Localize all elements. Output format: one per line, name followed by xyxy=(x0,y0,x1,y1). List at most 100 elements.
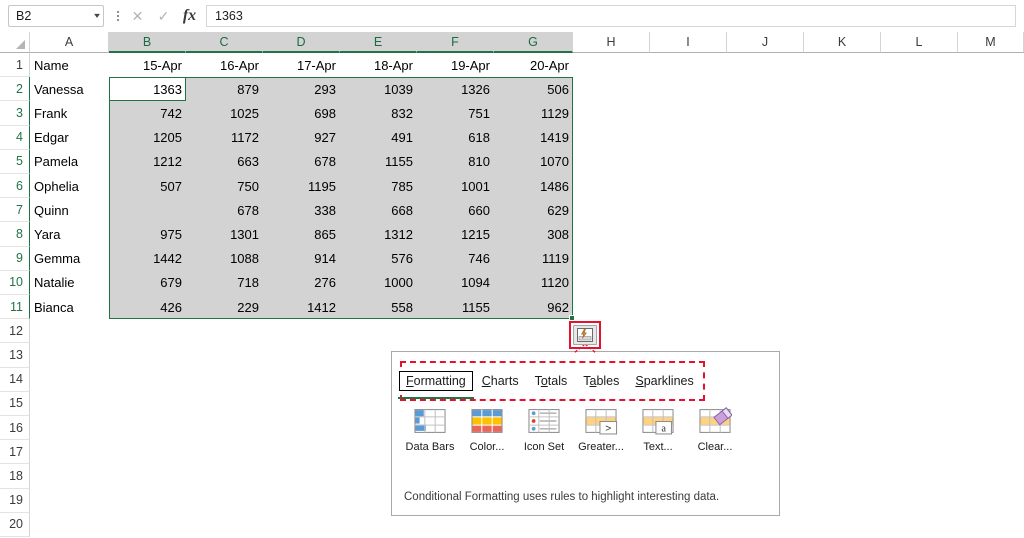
cell-b2[interactable]: 1363 xyxy=(109,77,186,102)
row-header-10[interactable]: 10 xyxy=(0,270,30,295)
cell-e8[interactable]: 1312 xyxy=(340,222,417,247)
cell-b1[interactable]: 15-Apr xyxy=(109,53,186,77)
cell-e9[interactable]: 576 xyxy=(340,246,417,271)
cell-a9[interactable]: Gemma xyxy=(30,247,109,271)
quick-analysis-item-data-bars[interactable]: Data Bars xyxy=(402,407,458,453)
cell-a10[interactable]: Natalie xyxy=(30,271,109,295)
quick-analysis-tab-sparklines[interactable]: Sparklines xyxy=(629,372,699,390)
cell-c8[interactable]: 1301 xyxy=(186,222,263,247)
cell-e10[interactable]: 1000 xyxy=(340,270,417,295)
column-header-a[interactable]: A xyxy=(30,32,109,53)
more-options-icon[interactable] xyxy=(110,11,126,21)
cell-d10[interactable]: 276 xyxy=(263,270,340,295)
cell-g5[interactable]: 1070 xyxy=(494,149,573,174)
quick-analysis-tab-charts[interactable]: Charts xyxy=(476,372,525,390)
row-header-20[interactable]: 20 xyxy=(0,512,30,537)
cell-d5[interactable]: 678 xyxy=(263,149,340,174)
column-header-l[interactable]: L xyxy=(881,32,958,53)
cell-a1[interactable]: Name xyxy=(30,53,109,77)
cell-b10[interactable]: 679 xyxy=(109,270,186,295)
cell-d6[interactable]: 1195 xyxy=(263,174,340,199)
cell-e7[interactable]: 668 xyxy=(340,198,417,223)
column-header-c[interactable]: C xyxy=(186,32,263,53)
cell-g10[interactable]: 1120 xyxy=(494,270,573,295)
cell-d11[interactable]: 1412 xyxy=(263,295,340,320)
row-header-12[interactable]: 12 xyxy=(0,319,30,344)
cell-d7[interactable]: 338 xyxy=(263,198,340,223)
row-header-16[interactable]: 16 xyxy=(0,416,30,441)
cell-e11[interactable]: 558 xyxy=(340,295,417,320)
cell-g8[interactable]: 308 xyxy=(494,222,573,247)
cell-a7[interactable]: Quinn xyxy=(30,198,109,222)
cell-a2[interactable]: Vanessa xyxy=(30,77,109,101)
cell-c9[interactable]: 1088 xyxy=(186,246,263,271)
quick-analysis-item-icon-set[interactable]: Icon Set xyxy=(516,407,572,453)
cell-b11[interactable]: 426 xyxy=(109,295,186,320)
cell-e1[interactable]: 18-Apr xyxy=(340,53,417,77)
cell-c6[interactable]: 750 xyxy=(186,174,263,199)
row-header-11[interactable]: 11 xyxy=(0,295,30,320)
cell-b5[interactable]: 1212 xyxy=(109,149,186,174)
quick-analysis-item-greater-than[interactable]: > Greater... xyxy=(573,407,629,453)
row-header-7[interactable]: 7 xyxy=(0,198,30,223)
cell-g9[interactable]: 1119 xyxy=(494,246,573,271)
cell-a3[interactable]: Frank xyxy=(30,101,109,125)
cell-e5[interactable]: 1155 xyxy=(340,149,417,174)
row-header-15[interactable]: 15 xyxy=(0,391,30,416)
cell-g2[interactable]: 506 xyxy=(494,77,573,102)
row-header-5[interactable]: 5 xyxy=(0,149,30,174)
cell-f1[interactable]: 19-Apr xyxy=(417,53,494,77)
quick-analysis-button[interactable] xyxy=(573,325,597,345)
cell-a4[interactable]: Edgar xyxy=(30,126,109,150)
cell-b3[interactable]: 742 xyxy=(109,101,186,126)
row-header-9[interactable]: 9 xyxy=(0,246,30,271)
cell-f5[interactable]: 810 xyxy=(417,149,494,174)
cell-f6[interactable]: 1001 xyxy=(417,174,494,199)
column-header-k[interactable]: K xyxy=(804,32,881,53)
cell-b8[interactable]: 975 xyxy=(109,222,186,247)
cell-f8[interactable]: 1215 xyxy=(417,222,494,247)
cell-d3[interactable]: 698 xyxy=(263,101,340,126)
cell-g4[interactable]: 1419 xyxy=(494,125,573,150)
cell-d1[interactable]: 17-Apr xyxy=(263,53,340,77)
cell-b6[interactable]: 507 xyxy=(109,174,186,199)
quick-analysis-tab-formatting[interactable]: Formatting xyxy=(398,371,474,399)
cell-a11[interactable]: Bianca xyxy=(30,295,109,319)
row-header-1[interactable]: 1 xyxy=(0,53,30,78)
row-header-2[interactable]: 2 xyxy=(0,77,30,102)
cell-d4[interactable]: 927 xyxy=(263,125,340,150)
column-header-j[interactable]: J xyxy=(727,32,804,53)
column-header-d[interactable]: D xyxy=(263,32,340,53)
row-header-6[interactable]: 6 xyxy=(0,174,30,199)
cell-d9[interactable]: 914 xyxy=(263,246,340,271)
chevron-down-icon[interactable]: ▾ xyxy=(94,12,100,20)
cell-f10[interactable]: 1094 xyxy=(417,270,494,295)
quick-analysis-item-clear-format[interactable]: Clear... xyxy=(687,407,743,453)
cell-c4[interactable]: 1172 xyxy=(186,125,263,150)
cell-f3[interactable]: 751 xyxy=(417,101,494,126)
row-header-19[interactable]: 19 xyxy=(0,488,30,513)
cell-a6[interactable]: Ophelia xyxy=(30,174,109,198)
cell-g6[interactable]: 1486 xyxy=(494,174,573,199)
cell-e4[interactable]: 491 xyxy=(340,125,417,150)
row-header-3[interactable]: 3 xyxy=(0,101,30,126)
cell-f9[interactable]: 746 xyxy=(417,246,494,271)
cell-c1[interactable]: 16-Apr xyxy=(186,53,263,77)
cell-d2[interactable]: 293 xyxy=(263,77,340,102)
cell-c5[interactable]: 663 xyxy=(186,149,263,174)
cell-g11[interactable]: 962 xyxy=(494,295,573,320)
cell-c7[interactable]: 678 xyxy=(186,198,263,223)
insert-function-icon[interactable]: fx xyxy=(182,8,197,24)
cell-c11[interactable]: 229 xyxy=(186,295,263,320)
cell-g3[interactable]: 1129 xyxy=(494,101,573,126)
row-header-4[interactable]: 4 xyxy=(0,125,30,150)
quick-analysis-tab-tables[interactable]: Tables xyxy=(577,372,625,390)
cell-g1[interactable]: 20-Apr xyxy=(494,53,573,77)
cell-a8[interactable]: Yara xyxy=(30,222,109,246)
cell-e6[interactable]: 785 xyxy=(340,174,417,199)
cell-c3[interactable]: 1025 xyxy=(186,101,263,126)
cell-f7[interactable]: 660 xyxy=(417,198,494,223)
cell-g7[interactable]: 629 xyxy=(494,198,573,223)
cell-a5[interactable]: Pamela xyxy=(30,150,109,174)
cell-b9[interactable]: 1442 xyxy=(109,246,186,271)
